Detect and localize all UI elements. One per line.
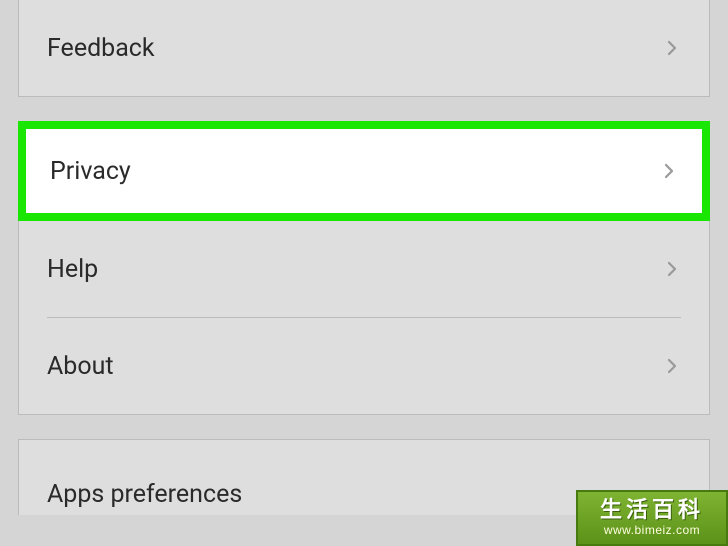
chevron-right-icon <box>663 357 681 375</box>
row-label: Privacy <box>50 157 131 186</box>
row-about[interactable]: About <box>19 318 709 414</box>
row-label: About <box>47 352 114 381</box>
watermark-title: 生活百科 <box>600 499 704 521</box>
row-label: Feedback <box>47 34 155 63</box>
row-label: Apps preferences <box>47 480 242 509</box>
chevron-right-icon <box>663 260 681 278</box>
watermark-badge: 生活百科 www.bimeiz.com <box>576 490 728 546</box>
row-privacy-highlighted[interactable]: Privacy <box>18 121 710 221</box>
chevron-right-icon <box>663 39 681 57</box>
section-gap <box>0 97 728 121</box>
chevron-right-icon <box>660 162 678 180</box>
row-help[interactable]: Help <box>19 221 709 317</box>
row-label: Help <box>47 255 98 284</box>
row-feedback[interactable]: Feedback <box>19 0 709 96</box>
settings-section: Feedback <box>18 0 710 97</box>
section-gap <box>0 415 728 439</box>
watermark-url: www.bimeiz.com <box>604 523 700 537</box>
settings-section: Help About <box>18 221 710 415</box>
